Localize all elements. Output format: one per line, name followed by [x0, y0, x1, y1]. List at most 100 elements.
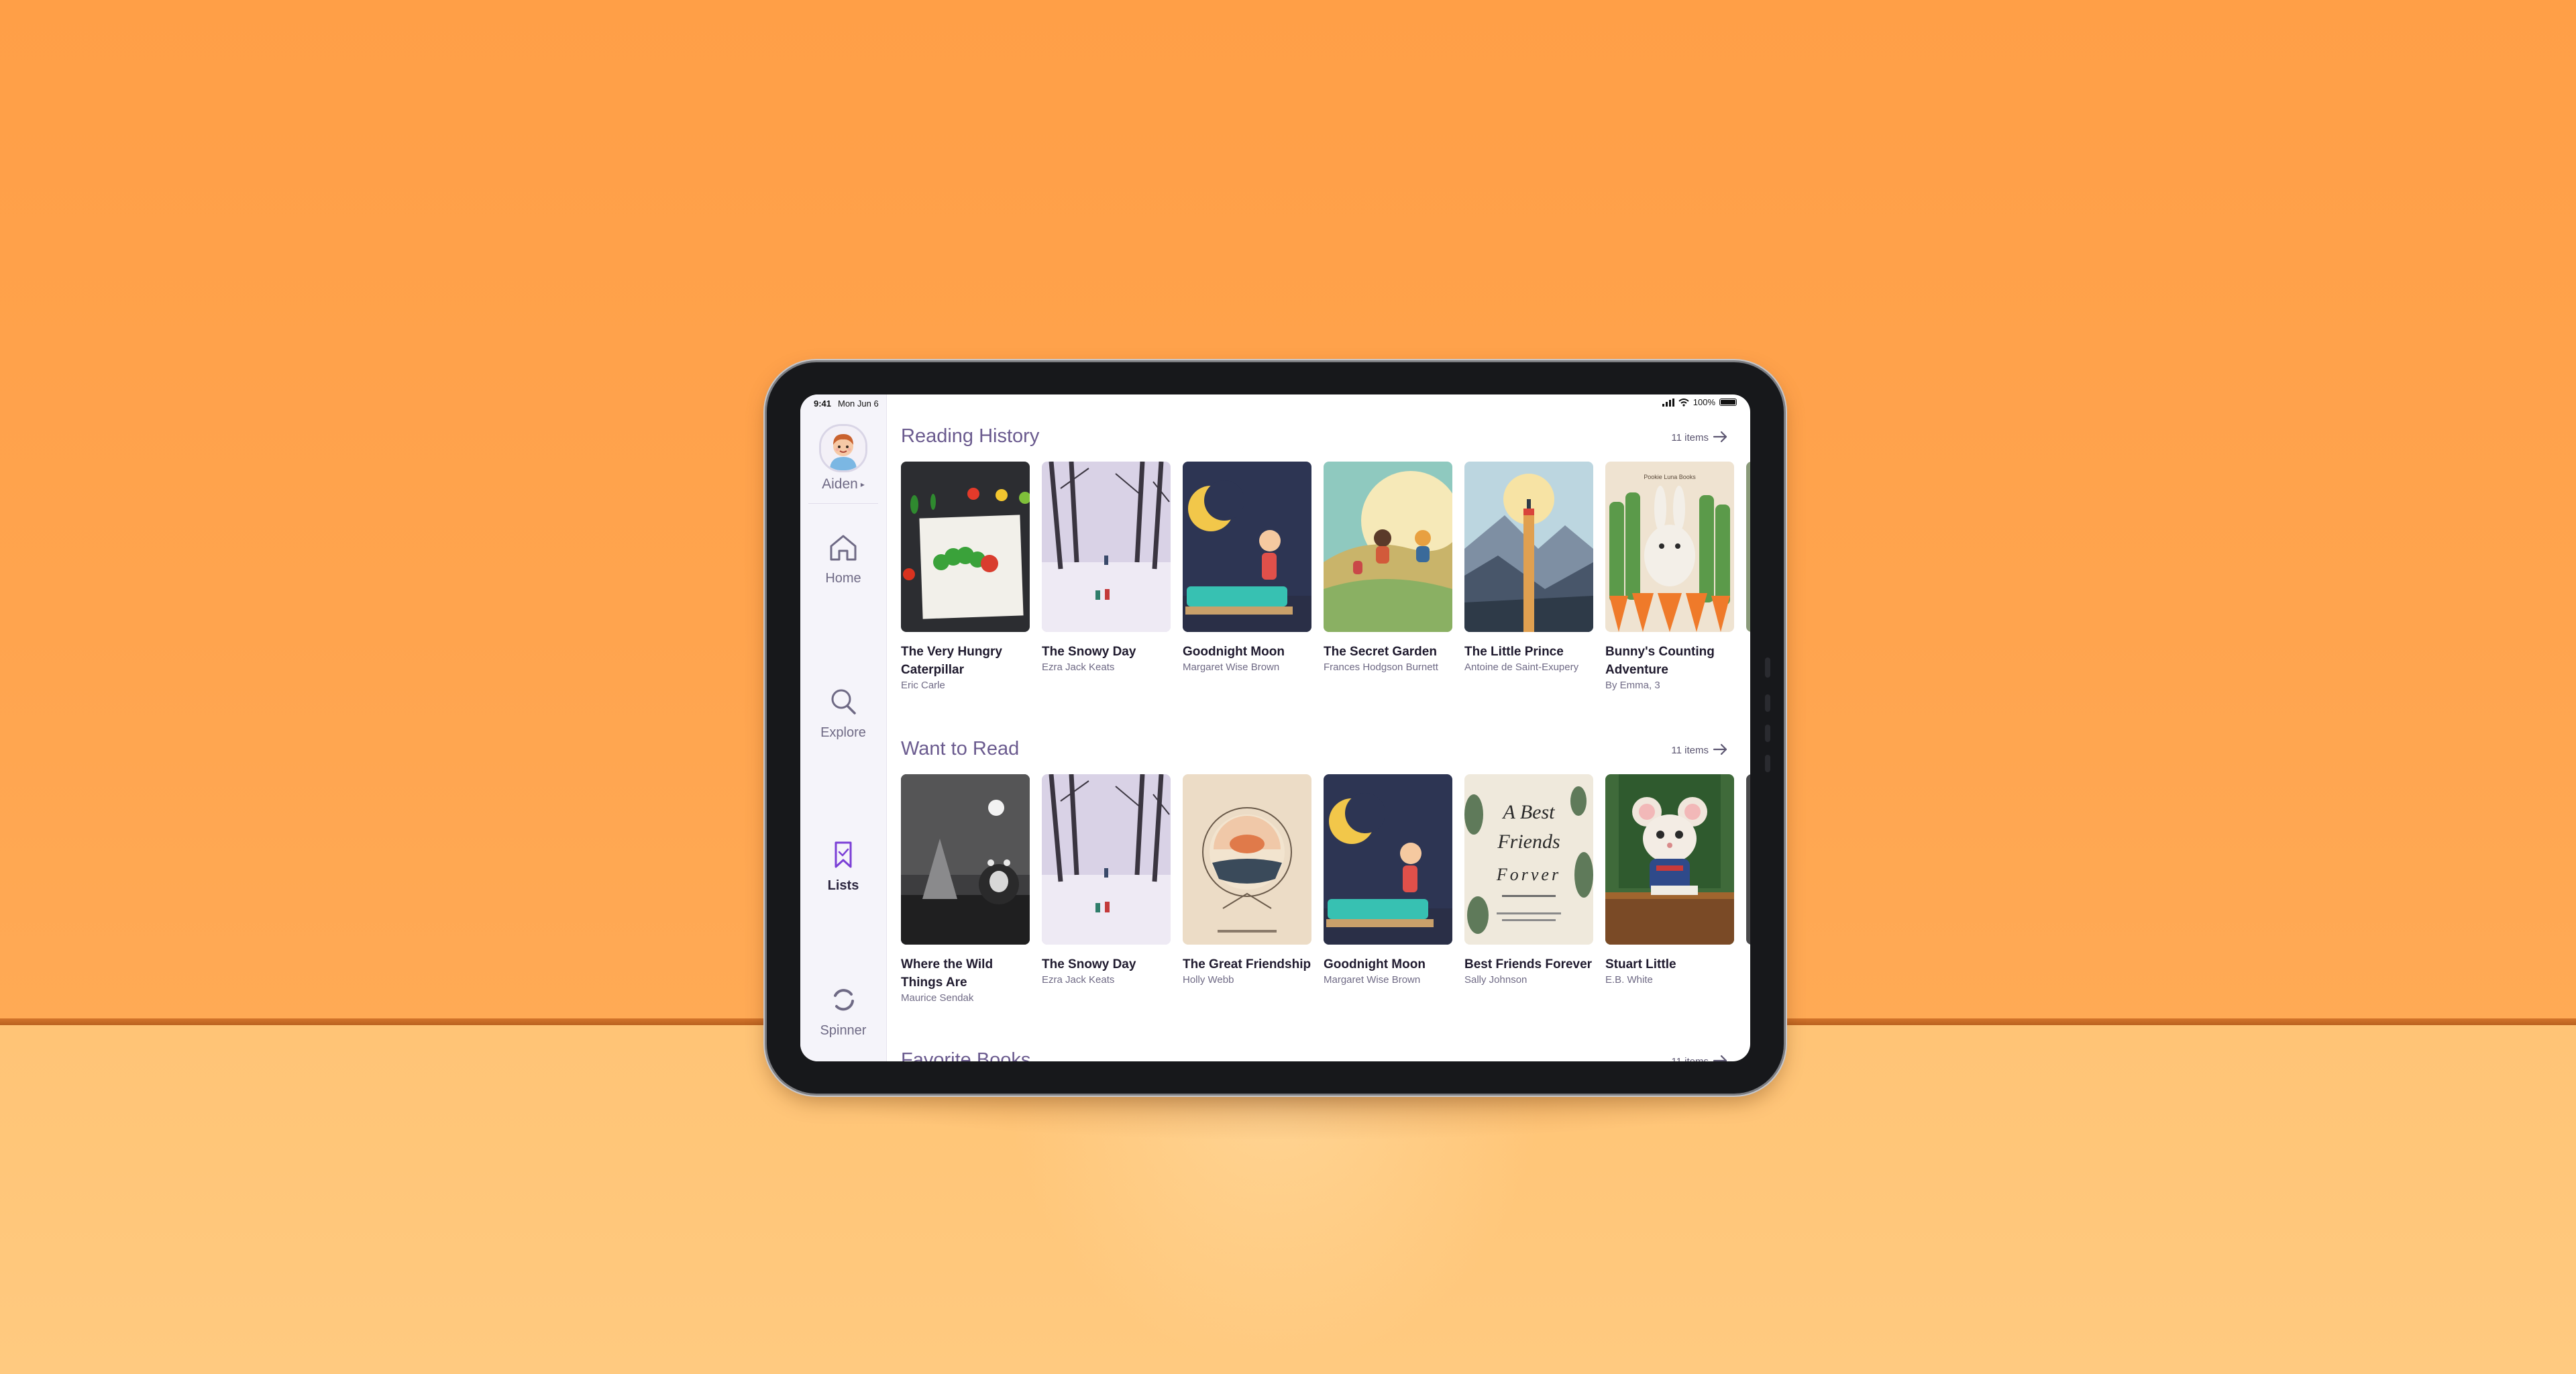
child-avatar-icon: [821, 426, 865, 470]
book-cover[interactable]: [1746, 462, 1750, 632]
book-cover[interactable]: [1183, 774, 1311, 945]
great-friendship-cover-art: [1183, 774, 1311, 945]
tablet-device: Aiden ▸ Home Explore Lists Spinner 9:41 …: [767, 362, 1784, 1094]
battery-icon: [1719, 399, 1737, 406]
book-author: Ezra Jack Keats: [1042, 974, 1115, 986]
book-cover[interactable]: [901, 774, 1030, 945]
book-cover[interactable]: [1042, 462, 1171, 632]
book-card[interactable]: Where the Wild Things Are Maurice Sendak: [901, 774, 1030, 1005]
book-cover[interactable]: Pookie Luna Books: [1605, 462, 1734, 632]
section-item-count[interactable]: 11 items: [1671, 745, 1709, 756]
book-author: Sally Johnson: [1464, 974, 1527, 986]
book-title: The Little Prince: [1464, 645, 1564, 659]
bookmark-icon: [835, 841, 852, 868]
caret-right-icon: ▸: [860, 480, 865, 490]
section-favorite-books: Favorite Books 11 items: [886, 1049, 1750, 1061]
book-card[interactable]: A Best Friends Forver Best Friends Forev…: [1464, 774, 1593, 987]
arrow-right-icon[interactable]: [1711, 741, 1729, 758]
status-indicators: 100%: [1662, 397, 1737, 407]
stuart-little-cover-art: [1605, 774, 1734, 945]
best-friends-cover-line: Forver: [1496, 865, 1561, 884]
tablet-camera-sensor: [1765, 694, 1770, 712]
wild-things-cover-art: [901, 774, 1030, 945]
book-title: Where the Wild Things Are: [901, 957, 994, 990]
status-time: 9:41: [814, 399, 832, 409]
home-icon: [830, 535, 857, 561]
book-carousel[interactable]: Where the Wild Things Are Maurice Sendak: [901, 774, 1750, 1029]
spinner-icon: [834, 989, 854, 1011]
section-item-count[interactable]: 11 items: [1671, 432, 1709, 443]
bunny-cover-title: Pookie Luna Books: [1644, 474, 1696, 480]
tablet-screen: Aiden ▸ Home Explore Lists Spinner 9:41 …: [800, 394, 1750, 1061]
secret-garden-cover-art: [1324, 462, 1452, 632]
book-author: By Emma, 3: [1605, 680, 1660, 691]
nav-home[interactable]: Home: [800, 530, 886, 586]
arrow-right-icon[interactable]: [1711, 1052, 1729, 1061]
book-cover[interactable]: [1324, 462, 1452, 632]
book-card[interactable]: The Great Friendship Holly Webb: [1183, 774, 1311, 987]
book-title: Best Friends Forever: [1464, 957, 1593, 971]
book-title: The Very Hungry Caterpillar: [901, 645, 1002, 677]
search-icon: [831, 689, 856, 715]
main-content: Reading History 11 items The Very Hungry…: [886, 412, 1750, 1061]
little-prince-cover-art: [1464, 462, 1593, 632]
section-title: Favorite Books: [901, 1049, 1031, 1061]
book-card[interactable]: The Very Hungry Caterpillar Eric Carle: [901, 462, 1030, 692]
book-cover[interactable]: [1183, 462, 1311, 632]
arrow-right-icon[interactable]: [1711, 428, 1729, 445]
nav-lists[interactable]: Lists: [800, 837, 886, 894]
profile-switcher[interactable]: Aiden ▸: [800, 424, 886, 492]
book-author: Ezra Jack Keats: [1042, 662, 1115, 673]
book-card[interactable]: Goodnight Moon Margaret Wise Brown: [1324, 774, 1452, 987]
book-cover[interactable]: [1042, 774, 1171, 945]
tablet-camera-sensor: [1765, 755, 1770, 772]
bunny-cover-art: Pookie Luna Books: [1605, 462, 1734, 632]
nav-explore[interactable]: Explore: [800, 684, 886, 741]
book-card[interactable]: The Secret Garden Frances Hodgson Burnet…: [1324, 462, 1452, 674]
book-author: Margaret Wise Brown: [1324, 974, 1421, 986]
nav-explore-label: Explore: [820, 725, 866, 740]
book-author: Eric Carle: [901, 680, 945, 691]
book-author: E.B. White: [1605, 974, 1653, 986]
battery-percent: 100%: [1693, 397, 1715, 407]
book-card[interactable]: Goodnight Moon Margaret Wise Brown: [1183, 462, 1311, 674]
avatar[interactable]: [819, 424, 867, 472]
book-card[interactable]: Pookie Luna Books Bunny's Counting Adven: [1605, 462, 1734, 692]
status-bar: 9:41 Mon Jun 6 100%: [800, 394, 1750, 412]
tablet-camera-sensor: [1765, 725, 1770, 742]
book-cover[interactable]: [901, 462, 1030, 632]
book-cover[interactable]: [1746, 774, 1750, 945]
goodnight-moon-cover-art: [1183, 462, 1311, 632]
book-card[interactable]: Stuart Little E.B. White: [1605, 774, 1734, 987]
book-title: The Great Friendship: [1183, 957, 1311, 971]
book-title: The Secret Garden: [1324, 645, 1437, 659]
section-title: Want to Read: [901, 738, 1020, 759]
snowy-day-cover-art: [1042, 774, 1171, 945]
book-cover[interactable]: [1605, 774, 1734, 945]
nav-spinner[interactable]: Spinner: [800, 982, 886, 1039]
book-cover[interactable]: [1464, 462, 1593, 632]
book-card[interactable]: The Snowy Day Ezra Jack Keats: [1042, 462, 1171, 674]
book-card[interactable]: The Snowy Day Ezra Jack Keats: [1042, 774, 1171, 987]
background-scene: Aiden ▸ Home Explore Lists Spinner 9:41 …: [0, 0, 2576, 1374]
book-title: The Snowy Day: [1042, 957, 1136, 971]
tablet-camera-sensor: [1765, 657, 1770, 678]
best-friends-cover-line: Friends: [1497, 831, 1560, 853]
book-cover[interactable]: A Best Friends Forver: [1464, 774, 1593, 945]
caterpillar-cover-art: [901, 462, 1030, 632]
book-title: The Snowy Day: [1042, 645, 1136, 659]
book-title: Goodnight Moon: [1183, 645, 1285, 659]
book-author: Maurice Sendak: [901, 992, 974, 1004]
book-card[interactable]: The Little Prince Antoine de Saint-Exupe…: [1464, 462, 1593, 674]
book-card-partial[interactable]: [1746, 462, 1750, 632]
status-date: Mon Jun 6: [838, 399, 879, 409]
section-item-count[interactable]: 11 items: [1671, 1056, 1709, 1061]
cellular-signal-icon: [1662, 398, 1674, 407]
book-card-partial[interactable]: [1746, 774, 1750, 945]
book-carousel[interactable]: The Very Hungry Caterpillar Eric Carle T…: [901, 462, 1750, 717]
profile-name: Aiden: [822, 476, 858, 492]
book-cover[interactable]: [1324, 774, 1452, 945]
book-title: Goodnight Moon: [1324, 957, 1426, 971]
nav-lists-label: Lists: [827, 878, 859, 893]
best-friends-cover-art: A Best Friends Forver: [1464, 774, 1593, 945]
